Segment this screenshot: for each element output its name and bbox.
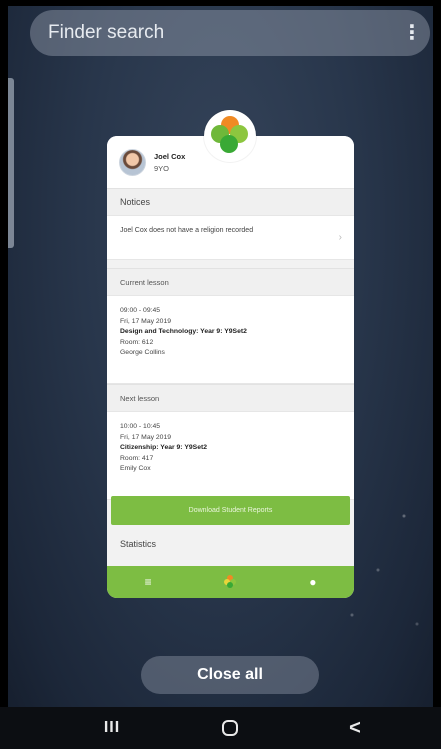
app-logo-tab-icon[interactable] [210, 574, 250, 590]
notice-item[interactable]: Joel Cox does not have a religion record… [107, 216, 354, 260]
app-preview-card[interactable]: Joel Cox 9YO Notices Joel Cox does not h… [107, 136, 354, 598]
next-lesson-room: Room: 417 [120, 454, 154, 462]
app-tab-bar: ≡ ● [107, 566, 354, 598]
notices-heading: Notices [107, 188, 354, 216]
home-icon[interactable] [200, 707, 260, 749]
current-lesson-heading: Current lesson [107, 268, 354, 296]
next-lesson-date: Fri, 17 May 2019 [120, 433, 171, 441]
edge-panel-handle[interactable] [8, 78, 14, 248]
next-lesson-time: 10:00 - 10:45 [120, 423, 161, 430]
next-lesson-subject: Citizenship: Year 9: Y9Set2 [120, 444, 208, 452]
menu-icon[interactable]: ≡ [128, 575, 168, 589]
current-lesson-date: Fri, 17 May 2019 [120, 317, 171, 325]
statistics-heading: Statistics [107, 533, 354, 566]
student-name: Joel Cox [154, 151, 186, 161]
notice-text: Joel Cox does not have a religion record… [120, 227, 254, 234]
current-lesson-details: 09:00 - 09:45 Fri, 17 May 2019 Design an… [107, 296, 354, 384]
chevron-right-icon: › [338, 232, 342, 243]
more-vert-icon[interactable]: ⋮ [402, 23, 422, 43]
close-all-button[interactable]: Close all [141, 656, 319, 694]
screen-frame-left [0, 0, 8, 749]
download-student-reports-button[interactable]: Download Student Reports [111, 496, 350, 525]
system-navigation-bar: III < [0, 707, 441, 749]
avatar [119, 148, 146, 176]
back-icon[interactable]: < [325, 707, 385, 749]
current-lesson-teacher: George Collins [120, 349, 165, 357]
app-logo-icon[interactable] [204, 110, 256, 162]
profile-icon[interactable]: ● [293, 575, 333, 589]
recent-apps-icon[interactable]: III [82, 707, 142, 749]
screen-frame-top [0, 0, 441, 6]
recent-apps-screen: Finder search ⋮ Joel Cox 9YO Notices Joe… [0, 0, 441, 749]
next-lesson-details: 10:00 - 10:45 Fri, 17 May 2019 Citizensh… [107, 412, 354, 500]
student-year: 9YO [154, 163, 170, 173]
screen-frame-right [433, 0, 441, 749]
current-lesson-subject: Design and Technology: Year 9: Y9Set2 [120, 328, 247, 336]
finder-search-bar[interactable]: Finder search ⋮ [30, 10, 430, 56]
current-lesson-room: Room: 612 [120, 338, 154, 346]
finder-search-label: Finder search [48, 22, 165, 43]
next-lesson-teacher: Emily Cox [120, 465, 151, 473]
current-lesson-time: 09:00 - 09:45 [120, 307, 161, 314]
next-lesson-heading: Next lesson [107, 384, 354, 412]
